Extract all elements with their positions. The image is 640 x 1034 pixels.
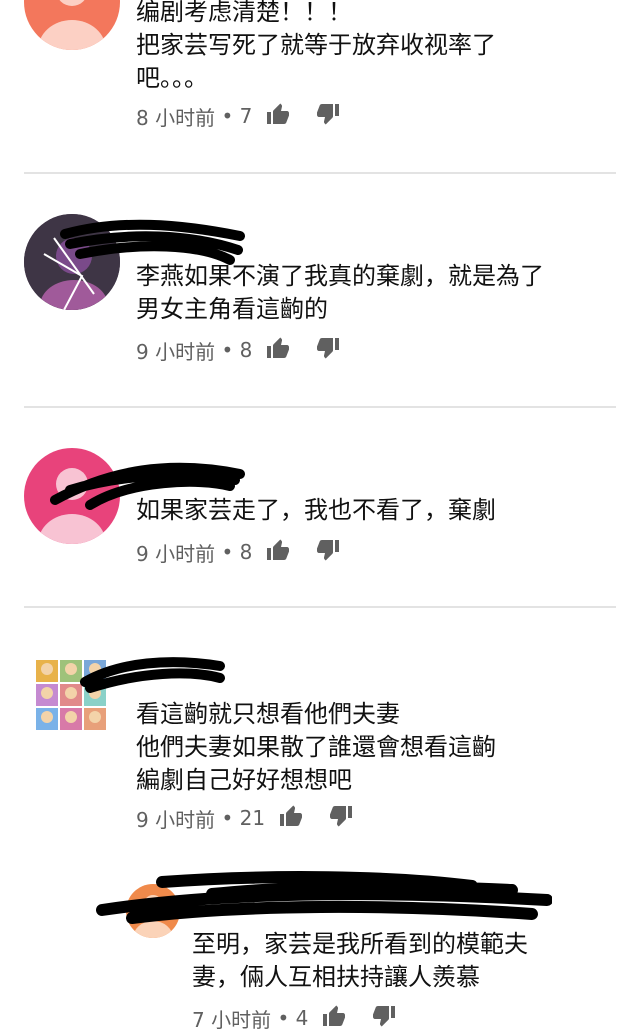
thumb-up-icon[interactable] — [266, 337, 290, 364]
comment-time: 7 小时前 — [192, 1007, 272, 1032]
avatar[interactable] — [24, 448, 120, 544]
comment-text: 至明，家芸是我所看到的模範夫 妻，倆人互相扶持讓人羨慕 — [192, 930, 528, 991]
comment-item: 编剧考虑清楚！！！ 把家芸写死了就等于放弃收视率了 吧。。。 8 小时前 • 7 — [0, 0, 640, 160]
like-count: 8 — [239, 540, 253, 564]
thumb-up-icon[interactable] — [266, 539, 290, 566]
comment-meta: 7 小时前 • 4 — [192, 1002, 396, 1034]
avatar[interactable] — [126, 884, 180, 938]
comment-meta: 9 小时前 • 8 — [136, 536, 340, 568]
comment-time: 9 小时前 — [136, 807, 216, 832]
thumb-down-icon[interactable] — [316, 337, 340, 364]
comment-text: 如果家芸走了，我也不看了，棄劇 — [136, 496, 496, 524]
avatar[interactable] — [24, 214, 120, 310]
thumb-up-icon[interactable] — [266, 103, 290, 130]
comment-text: 编剧考虑清楚！！！ 把家芸写死了就等于放弃收视率了 吧。。。 — [136, 0, 496, 92]
comment-item: 看這齣就只想看他們夫妻 他們夫妻如果散了誰還會想看這齣 編劇自己好好想想吧 9 … — [0, 640, 640, 860]
comment-text: 李燕如果不演了我真的棄劇，就是為了 男女主角看這齣的 — [136, 262, 544, 323]
comment-time: 9 小时前 — [136, 541, 216, 566]
comment-meta: 9 小时前 • 21 — [136, 802, 353, 834]
comment-text: 看這齣就只想看他們夫妻 他們夫妻如果散了誰還會想看這齣 編劇自己好好想想吧 — [136, 700, 496, 794]
thumb-down-icon[interactable] — [316, 539, 340, 566]
comment-item: 如果家芸走了，我也不看了，棄劇 9 小时前 • 8 — [0, 430, 640, 600]
thumb-down-icon[interactable] — [372, 1005, 396, 1032]
comment-time: 9 小时前 — [136, 339, 216, 364]
comment-item: 李燕如果不演了我真的棄劇，就是為了 男女主角看這齣的 9 小时前 • 8 — [0, 200, 640, 400]
thumb-up-icon[interactable] — [279, 805, 303, 832]
comment-meta: 8 小时前 • 7 — [136, 100, 340, 132]
comment-time: 8 小时前 — [136, 105, 216, 130]
like-count: 21 — [239, 806, 266, 830]
divider — [24, 172, 616, 174]
reply-item: 至明，家芸是我所看到的模範夫 妻，倆人互相扶持讓人羨慕 7 小时前 • 4 — [0, 870, 640, 1034]
thumb-down-icon[interactable] — [329, 805, 353, 832]
divider — [24, 406, 616, 408]
thumb-down-icon[interactable] — [316, 103, 340, 130]
thumb-up-icon[interactable] — [322, 1005, 346, 1032]
divider — [24, 606, 616, 608]
like-count: 4 — [295, 1006, 309, 1030]
like-count: 7 — [239, 104, 253, 128]
like-count: 8 — [239, 338, 253, 362]
comment-meta: 9 小时前 • 8 — [136, 334, 340, 366]
avatar[interactable] — [24, 0, 120, 50]
avatar[interactable] — [36, 660, 106, 730]
